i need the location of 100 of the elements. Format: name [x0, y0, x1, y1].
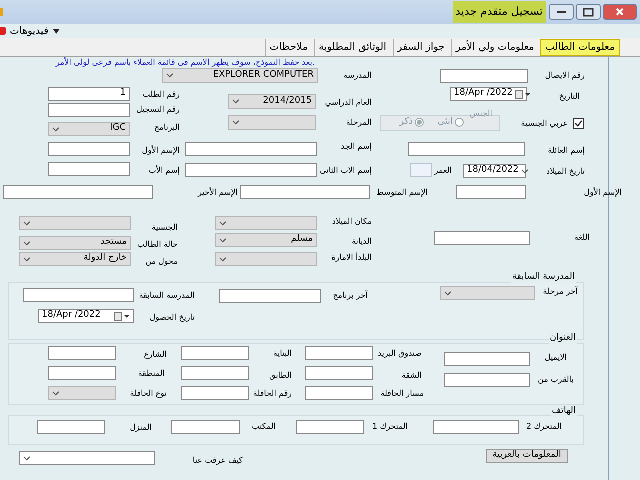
- field-label: التاريخ: [559, 91, 580, 103]
- close-button[interactable]: [603, 4, 637, 20]
- checkbox[interactable]: [573, 118, 584, 129]
- field-label: العمر: [434, 165, 452, 177]
- field-label: البلدأ الامارة: [332, 252, 372, 264]
- input-field[interactable]: 1: [48, 87, 130, 101]
- field-label: إسم الأب: [148, 165, 180, 177]
- input-field[interactable]: [48, 346, 116, 360]
- date-picker[interactable]: 18/Apr /2022: [38, 309, 134, 323]
- field-label: البناية: [274, 348, 292, 360]
- field-label: رقم الطلب: [142, 89, 180, 101]
- field-label: الإسم المتوسط: [376, 187, 428, 199]
- group-title: المدرسة السابقة: [511, 271, 576, 283]
- dropdown[interactable]: [19, 451, 155, 465]
- maximize-button[interactable]: [576, 4, 601, 20]
- field-label: المرحلة: [346, 117, 372, 129]
- input-field[interactable]: [444, 352, 530, 366]
- radio-label: انثى: [438, 116, 453, 128]
- dash-icon: [557, 11, 566, 13]
- field-label: كيف عرفت عنا: [192, 455, 243, 467]
- input-field[interactable]: [181, 386, 249, 400]
- input-field[interactable]: [185, 163, 317, 177]
- field-label: الإسم الأول: [142, 145, 180, 157]
- field-label: إسم العائلة: [548, 145, 585, 157]
- input-field[interactable]: [171, 420, 240, 434]
- caret-icon[interactable]: [124, 314, 130, 318]
- field-label: المنطقة: [138, 368, 165, 380]
- input-field[interactable]: [181, 346, 249, 360]
- input-field[interactable]: [305, 386, 373, 400]
- group-label: الجنس: [470, 109, 492, 119]
- field-label: البرنامج: [154, 122, 180, 134]
- field-label: تاريخ الحصول: [150, 312, 195, 324]
- field-label: الايميل: [544, 352, 567, 364]
- input-field[interactable]: [440, 69, 528, 83]
- field-label: عربي الجنسية: [521, 118, 568, 130]
- field-label: الجنسية: [152, 222, 178, 234]
- field-label: الطابق: [269, 370, 292, 382]
- tab[interactable]: الوثائق المطلوبة: [314, 39, 391, 56]
- input-field[interactable]: [185, 142, 317, 156]
- field-label: تاريخ الميلاد: [546, 166, 585, 178]
- tab[interactable]: معلومات ولي الأمر: [450, 39, 538, 56]
- field-label: إسم الاب الثانى: [320, 165, 372, 177]
- field-label: آخر مرحلة: [543, 286, 578, 298]
- input-field[interactable]: [48, 103, 130, 117]
- field-label: الشارع: [144, 349, 167, 361]
- input-field[interactable]: [3, 185, 153, 199]
- calendar-icon[interactable]: [114, 312, 122, 320]
- caret-icon[interactable]: [520, 168, 529, 174]
- caret-icon[interactable]: [52, 28, 60, 34]
- field-label: الإسم الأخير: [198, 187, 238, 199]
- input-field[interactable]: [305, 366, 373, 380]
- input-field[interactable]: [240, 185, 370, 199]
- input-field[interactable]: [433, 420, 519, 434]
- tab[interactable]: معلومات الطالب: [540, 39, 620, 56]
- input-field[interactable]: [48, 162, 130, 176]
- app-icon: [0, 8, 3, 16]
- input-field[interactable]: [410, 163, 432, 177]
- field-label: رقم الايصال: [545, 70, 585, 82]
- field-label: محول من: [146, 256, 178, 268]
- input-field[interactable]: [434, 231, 530, 245]
- field-label: المدرسة: [344, 70, 372, 82]
- arabic-info-button[interactable]: المعلومات بالعربية: [486, 449, 568, 463]
- field-label: صندوق البريد: [378, 348, 422, 360]
- input-field[interactable]: [48, 142, 130, 156]
- input-field[interactable]: [408, 142, 525, 156]
- input-field[interactable]: [444, 373, 530, 387]
- field-label: الشقة: [402, 370, 422, 382]
- field-label: الإسم الأول: [584, 187, 622, 199]
- caret-icon[interactable]: [524, 92, 531, 96]
- tab[interactable]: ملاحظات: [264, 39, 312, 56]
- tab[interactable]: جواز السفر: [392, 39, 449, 56]
- field-label: نوع الحافلة: [130, 388, 167, 400]
- input-field[interactable]: [48, 366, 116, 380]
- input-field[interactable]: [305, 346, 373, 360]
- window-title: تسجيل متقدم جديد: [452, 1, 546, 23]
- dropdown[interactable]: 18/04/2022: [463, 164, 526, 178]
- calendar-icon[interactable]: [514, 90, 523, 98]
- field-label: المتحرك 1: [372, 421, 408, 433]
- minimize-button[interactable]: [549, 4, 574, 20]
- field-label: المنزل: [130, 422, 152, 434]
- input-field[interactable]: [296, 420, 364, 434]
- info-note: بعد حفظ النموذج، سوف يظهر الاسم فى قائمة العملاء باسم فرعى لولى الأمر.: [56, 57, 315, 68]
- radio-label: ذكر: [400, 116, 413, 128]
- field-label: اللغة: [574, 232, 590, 244]
- square-icon: [583, 8, 594, 16]
- menu-label[interactable]: فيديوهات: [10, 24, 49, 38]
- field-label: إسم الجد: [341, 141, 372, 153]
- input-field[interactable]: [456, 185, 526, 199]
- field-label: المتحرك 2: [526, 421, 562, 433]
- field-label: مسار الحافلة: [380, 388, 424, 400]
- field-label: المدرسة السابقة: [139, 290, 195, 302]
- caret-icon[interactable]: [23, 456, 31, 460]
- field-label: مكان الميلاد: [332, 216, 372, 228]
- field-label: آخر برنامج: [333, 290, 368, 302]
- input-field[interactable]: [219, 289, 321, 303]
- close-icon: [616, 8, 624, 16]
- input-field[interactable]: [23, 288, 134, 302]
- video-icon: [0, 27, 6, 35]
- input-field[interactable]: [181, 366, 249, 380]
- input-field[interactable]: [37, 420, 105, 434]
